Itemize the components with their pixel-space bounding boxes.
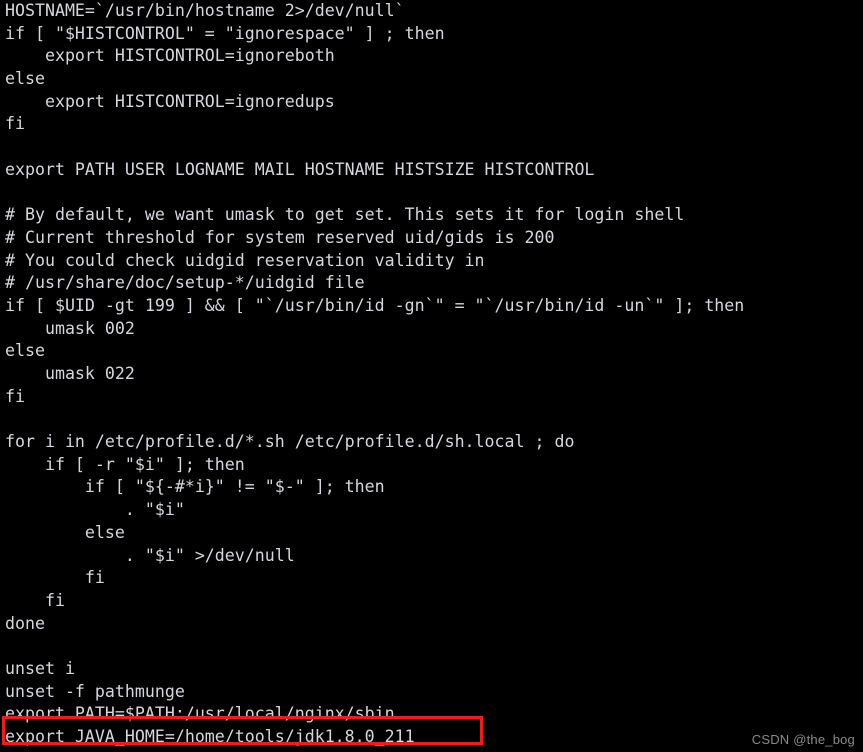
terminal-line: if [ $UID -gt 199 ] && [ "`/usr/bin/id -… bbox=[5, 295, 745, 315]
terminal-line: HOSTNAME=`/usr/bin/hostname 2>/dev/null` bbox=[5, 1, 405, 20]
terminal-window[interactable]: HOSTNAME=`/usr/bin/hostname 2>/dev/null`… bbox=[0, 0, 863, 752]
terminal-line: else bbox=[5, 341, 45, 361]
terminal-text-output[interactable]: HOSTNAME=`/usr/bin/hostname 2>/dev/null`… bbox=[5, 0, 863, 749]
terminal-line: done bbox=[5, 613, 45, 633]
terminal-line: # You could check uidgid reservation val… bbox=[5, 250, 485, 270]
terminal-line: if [ "$HISTCONTROL" = "ignorespace" ] ; … bbox=[5, 23, 445, 43]
csdn-watermark: CSDN @the_bog bbox=[751, 732, 855, 747]
terminal-line: umask 002 bbox=[5, 318, 135, 338]
terminal-line: else bbox=[5, 522, 125, 542]
terminal-line: . "$i" bbox=[5, 500, 185, 520]
terminal-line: fi bbox=[5, 114, 25, 134]
terminal-line: export PATH USER LOGNAME MAIL HOSTNAME H… bbox=[5, 159, 595, 179]
terminal-line: fi bbox=[5, 590, 65, 610]
terminal-line: fi bbox=[5, 386, 25, 406]
terminal-line: umask 022 bbox=[5, 364, 135, 383]
terminal-line: unset i bbox=[5, 658, 75, 678]
terminal-line: if [ -r "$i" ]; then bbox=[5, 454, 245, 474]
terminal-line: if [ "${-#*i}" != "$-" ]; then bbox=[5, 477, 385, 497]
terminal-line: export JAVA_HOME=/home/tools/jdk1.8.0_21… bbox=[5, 727, 415, 746]
terminal-line: export PATH=$PATH:/usr/local/nginx/sbin bbox=[5, 704, 395, 724]
terminal-line: fi bbox=[5, 568, 105, 588]
terminal-line: export HISTCONTROL=ignoredups bbox=[5, 91, 335, 111]
terminal-line: # /usr/share/doc/setup-*/uidgid file bbox=[5, 273, 365, 293]
terminal-line: export HISTCONTROL=ignoreboth bbox=[5, 46, 335, 66]
terminal-line: . "$i" >/dev/null bbox=[5, 545, 295, 565]
terminal-line: # By default, we want umask to get set. … bbox=[5, 205, 685, 225]
terminal-line: unset -f pathmunge bbox=[5, 681, 185, 701]
terminal-line: # Current threshold for system reserved … bbox=[5, 227, 555, 247]
terminal-line: else bbox=[5, 69, 45, 89]
terminal-line: for i in /etc/profile.d/*.sh /etc/profil… bbox=[5, 432, 575, 452]
